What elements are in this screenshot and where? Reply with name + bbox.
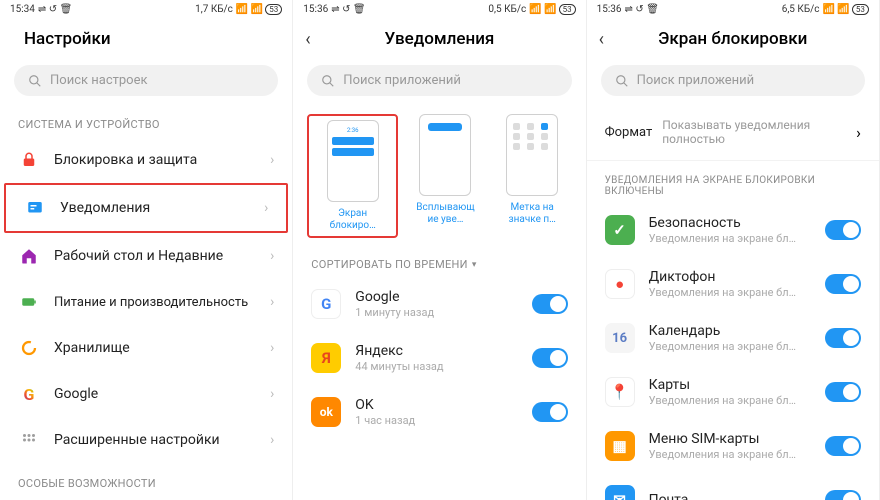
card-lockscreen[interactable]: 2:36 Экран блокиро… bbox=[307, 114, 398, 238]
section-header: УВЕДОМЛЕНИЯ НА ЭКРАНЕ БЛОКИРОВКИ ВКЛЮЧЕН… bbox=[587, 161, 879, 203]
search-input[interactable]: Поиск настроек bbox=[14, 65, 278, 96]
page-title: Экран блокировки bbox=[603, 29, 863, 49]
toggle-switch[interactable] bbox=[825, 436, 861, 456]
status-bar: 15:34 ⇌ ↺ 🗑 1,7 КБ/с 📶 📶 53 bbox=[0, 0, 292, 19]
recorder-app-icon: ● bbox=[605, 269, 635, 299]
app-row-google[interactable]: G Google 1 минуту назад bbox=[293, 277, 585, 331]
mail-app-icon: ✉ bbox=[605, 485, 635, 500]
yandex-app-icon: Я bbox=[311, 343, 341, 373]
chevron-right-icon: › bbox=[270, 340, 274, 356]
section-header: ОСОБЫЕ ВОЗМОЖНОСТИ bbox=[0, 463, 292, 496]
back-button[interactable]: ‹ bbox=[599, 29, 604, 50]
status-time: 15:36 bbox=[303, 4, 328, 15]
toggle-switch[interactable] bbox=[532, 294, 568, 314]
setting-power-performance[interactable]: Питание и производительность › bbox=[0, 279, 292, 325]
toggle-switch[interactable] bbox=[825, 328, 861, 348]
chevron-right-icon: › bbox=[270, 152, 274, 168]
chevron-right-icon: › bbox=[264, 200, 268, 216]
status-icons-right: 📶 📶 53 bbox=[236, 4, 282, 15]
status-speed: 0,5 КБ/с bbox=[488, 4, 526, 15]
chevron-right-icon: › bbox=[270, 386, 274, 402]
status-time: 15:36 bbox=[597, 4, 622, 15]
app-row-yandex[interactable]: Я Яндекс 44 минуты назад bbox=[293, 331, 585, 385]
app-row-mail[interactable]: ✉ Почта bbox=[587, 473, 879, 500]
app-row-sim-menu[interactable]: ▦ Меню SIM-карты Уведомления на экране б… bbox=[587, 419, 879, 473]
setting-home-recents[interactable]: Рабочий стол и Недавние › bbox=[0, 233, 292, 279]
status-icons-left: ⇌ ↺ 🗑 bbox=[38, 4, 72, 15]
lock-icon bbox=[18, 149, 40, 171]
chevron-right-icon: › bbox=[270, 294, 274, 310]
status-bar: 15:36 ⇌ ↺ 🗑 6,5 КБ/с 📶 📶 53 bbox=[587, 0, 879, 19]
status-icons-right: 📶 📶 53 bbox=[529, 4, 575, 15]
search-icon bbox=[28, 74, 42, 88]
chevron-right-icon: › bbox=[270, 432, 274, 448]
storage-icon bbox=[18, 337, 40, 359]
app-row-calendar[interactable]: 16 Календарь Уведомления на экране бл… bbox=[587, 311, 879, 365]
app-row-ok[interactable]: ok OK 1 час назад bbox=[293, 385, 585, 439]
google-icon: G bbox=[18, 383, 40, 405]
status-speed: 6,5 КБ/с bbox=[782, 4, 820, 15]
setting-notifications[interactable]: Уведомления › bbox=[4, 183, 288, 233]
status-icons-left: ⇌ ↺ 🗑 bbox=[331, 4, 365, 15]
page-title: Настройки bbox=[24, 29, 276, 49]
battery-icon bbox=[18, 291, 40, 313]
search-placeholder: Поиск приложений bbox=[637, 73, 755, 88]
toggle-switch[interactable] bbox=[532, 402, 568, 422]
home-icon bbox=[18, 245, 40, 267]
status-icons-right: 📶 📶 53 bbox=[823, 4, 869, 15]
chevron-down-icon: ▾ bbox=[472, 260, 477, 270]
search-input[interactable]: Поиск приложений bbox=[601, 65, 865, 96]
setting-storage[interactable]: Хранилище › bbox=[0, 325, 292, 371]
search-placeholder: Поиск настроек bbox=[50, 73, 148, 88]
section-header: СИСТЕМА И УСТРОЙСТВО bbox=[0, 104, 292, 137]
search-icon bbox=[615, 74, 629, 88]
toggle-switch[interactable] bbox=[825, 274, 861, 294]
security-app-icon: ✓ bbox=[605, 215, 635, 245]
search-input[interactable]: Поиск приложений bbox=[307, 65, 571, 96]
google-app-icon: G bbox=[311, 289, 341, 319]
toggle-switch[interactable] bbox=[825, 382, 861, 402]
toggle-switch[interactable] bbox=[825, 490, 861, 500]
sort-by-time[interactable]: СОРТИРОВАТЬ ПО ВРЕМЕНИ ▾ bbox=[293, 244, 585, 277]
lockscreen-preview: 2:36 bbox=[327, 120, 379, 202]
app-row-maps[interactable]: 📍 Карты Уведомления на экране бл… bbox=[587, 365, 879, 419]
search-placeholder: Поиск приложений bbox=[343, 73, 461, 88]
back-button[interactable]: ‹ bbox=[305, 29, 310, 50]
calendar-app-icon: 16 bbox=[605, 323, 635, 353]
setting-advanced[interactable]: Расширенные настройки › bbox=[0, 417, 292, 463]
card-floating[interactable]: Всплывающие уве… bbox=[406, 114, 485, 238]
app-row-security[interactable]: ✓ Безопасность Уведомления на экране бл… bbox=[587, 203, 879, 257]
setting-google[interactable]: G Google › bbox=[0, 371, 292, 417]
floating-preview bbox=[419, 114, 471, 196]
card-badge[interactable]: Метка на значке п… bbox=[493, 114, 572, 238]
toggle-switch[interactable] bbox=[532, 348, 568, 368]
toggle-switch[interactable] bbox=[825, 220, 861, 240]
status-icons-left: ⇌ ↺ 🗑 bbox=[625, 4, 659, 15]
app-row-recorder[interactable]: ● Диктофон Уведомления на экране бл… bbox=[587, 257, 879, 311]
badge-preview bbox=[506, 114, 558, 196]
ok-app-icon: ok bbox=[311, 397, 341, 427]
search-icon bbox=[321, 74, 335, 88]
status-time: 15:34 bbox=[10, 4, 35, 15]
chevron-right-icon: › bbox=[270, 248, 274, 264]
notification-icon bbox=[24, 197, 46, 219]
advanced-icon bbox=[18, 429, 40, 451]
chevron-right-icon: › bbox=[856, 123, 861, 142]
status-bar: 15:36 ⇌ ↺ 🗑 0,5 КБ/с 📶 📶 53 bbox=[293, 0, 585, 19]
maps-app-icon: 📍 bbox=[605, 377, 635, 407]
sim-app-icon: ▦ bbox=[605, 431, 635, 461]
status-speed: 1,7 КБ/с bbox=[195, 4, 233, 15]
setting-lock-protection[interactable]: Блокировка и защита › bbox=[0, 137, 292, 183]
format-row[interactable]: Формат Показывать уведомления полностью … bbox=[587, 104, 879, 161]
page-title: Уведомления bbox=[309, 29, 569, 49]
